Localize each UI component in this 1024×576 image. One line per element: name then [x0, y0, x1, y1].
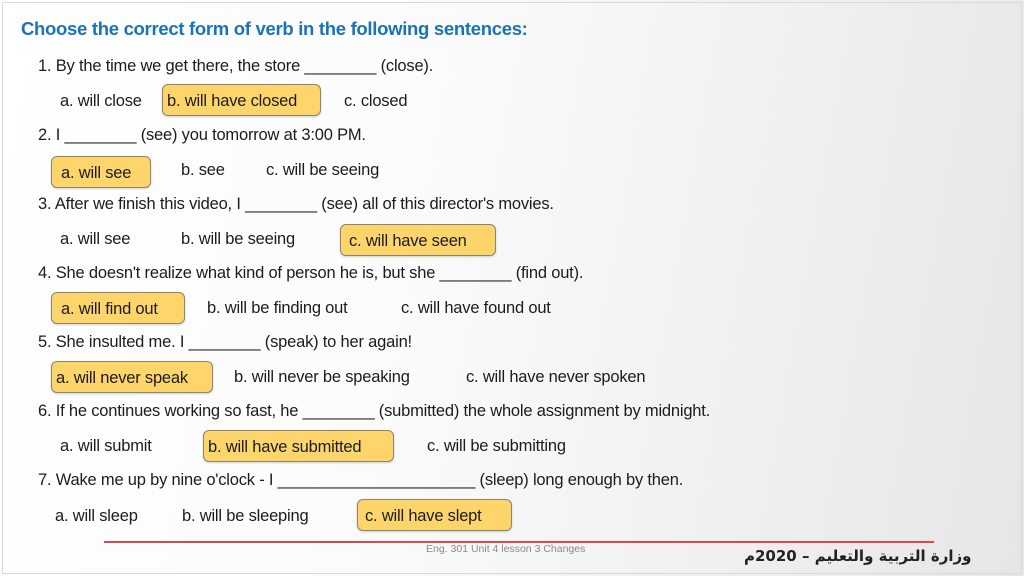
q3-option-b[interactable]: b. will be seeing: [181, 223, 295, 255]
q1-option-b-correct[interactable]: b. will have closed: [162, 84, 321, 116]
q5-option-a-correct[interactable]: a. will never speak: [51, 361, 213, 393]
q4-option-a-correct[interactable]: a. will find out: [51, 292, 185, 324]
q5-option-b[interactable]: b. will never be speaking: [234, 361, 410, 393]
q6-option-a[interactable]: a. will submit: [60, 430, 152, 462]
q7-option-a[interactable]: a. will sleep: [55, 500, 138, 532]
q3-option-c-correct[interactable]: c. will have seen: [340, 224, 496, 256]
instruction-title: Choose the correct form of verb in the f…: [21, 18, 528, 39]
q5-option-c[interactable]: c. will have never spoken: [466, 361, 646, 393]
q1-option-c[interactable]: c. closed: [344, 85, 408, 117]
q2-option-b[interactable]: b. see: [181, 154, 225, 186]
q6-option-c[interactable]: c. will be submitting: [427, 430, 566, 462]
q2-option-c[interactable]: c. will be seeing: [266, 154, 379, 186]
question-7: 7. Wake me up by nine o'clock - I ______…: [38, 471, 684, 489]
question-5: 5. She insulted me. I ________ (speak) t…: [38, 333, 412, 351]
q7-option-c-correct[interactable]: c. will have slept: [357, 499, 512, 531]
q7-option-b[interactable]: b. will be sleeping: [182, 500, 309, 532]
ministry-label: وزارة التربية والتعليم – 2020م: [744, 547, 972, 565]
question-4: 4. She doesn't realize what kind of pers…: [38, 264, 584, 282]
question-1: 1. By the time we get there, the store _…: [38, 57, 434, 75]
q3-option-a[interactable]: a. will see: [60, 223, 130, 255]
question-2: 2. I ________ (see) you tomorrow at 3:00…: [38, 126, 366, 144]
question-3: 3. After we finish this video, I _______…: [38, 195, 554, 213]
q4-option-c[interactable]: c. will have found out: [401, 292, 551, 324]
course-note: Eng. 301 Unit 4 lesson 3 Changes: [426, 543, 586, 555]
question-6: 6. If he continues working so fast, he _…: [38, 402, 711, 420]
q2-option-a-correct[interactable]: a. will see: [51, 156, 151, 188]
q1-option-a[interactable]: a. will close: [60, 85, 142, 117]
q4-option-b[interactable]: b. will be finding out: [207, 292, 348, 324]
q6-option-b-correct[interactable]: b. will have submitted: [203, 430, 394, 462]
